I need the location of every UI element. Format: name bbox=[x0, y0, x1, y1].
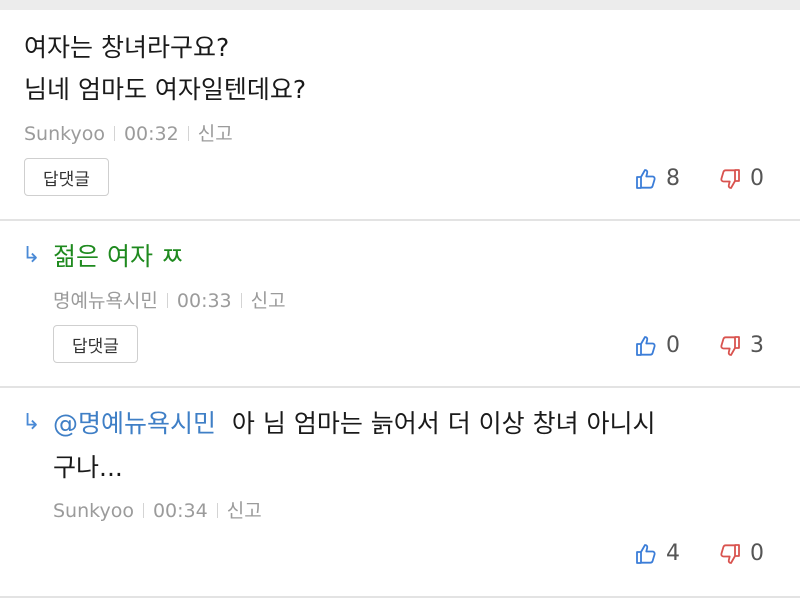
reply-arrow-icon: ↳ bbox=[22, 410, 41, 435]
report-link[interactable]: 신고 bbox=[227, 500, 262, 522]
comment-time: 00:33 bbox=[176, 290, 232, 312]
dislike-button[interactable]: 3 bbox=[718, 333, 764, 359]
mention-link[interactable]: @명예뉴욕시민 bbox=[53, 409, 216, 438]
reply-button[interactable]: 답댓글 bbox=[53, 325, 138, 363]
comment-author[interactable]: 명예뉴욕시민 bbox=[53, 290, 158, 312]
reply-arrow-icon: ↳ bbox=[22, 243, 41, 268]
comment-meta: Sunkyoo 00:32 신고 bbox=[24, 122, 233, 146]
reply-button[interactable]: 답댓글 bbox=[24, 158, 109, 196]
like-button[interactable]: 8 bbox=[634, 166, 680, 192]
thumbs-down-icon bbox=[720, 336, 740, 356]
like-count: 8 bbox=[666, 166, 680, 191]
comment-text-line: 님네 엄마도 여자일텐데요? bbox=[24, 75, 307, 104]
dislike-button[interactable]: 0 bbox=[718, 166, 764, 192]
comment-divider bbox=[0, 219, 800, 221]
comment-author[interactable]: Sunkyoo bbox=[24, 123, 105, 145]
dislike-count: 0 bbox=[750, 166, 764, 191]
thumbs-up-icon bbox=[636, 336, 656, 356]
comment-time: 00:32 bbox=[123, 123, 179, 145]
dislike-count: 3 bbox=[750, 333, 764, 358]
report-link[interactable]: 신고 bbox=[251, 290, 286, 312]
comment-text-line: 여자는 창녀라구요? bbox=[24, 33, 230, 62]
comment-text: 아 님 엄마는 늙어서 더 이상 창녀 아니시 bbox=[231, 409, 656, 438]
meta-separator bbox=[113, 126, 115, 141]
dislike-button[interactable]: 0 bbox=[718, 541, 764, 567]
comment-text-line: @명예뉴욕시민 아 님 엄마는 늙어서 더 이상 창녀 아니시 bbox=[53, 405, 656, 443]
like-count: 4 bbox=[666, 541, 680, 566]
like-button[interactable]: 0 bbox=[634, 333, 680, 359]
comment-text: 젊은 여자 ㅉ bbox=[53, 242, 184, 271]
report-link[interactable]: 신고 bbox=[198, 123, 233, 145]
dislike-count: 0 bbox=[750, 541, 764, 566]
meta-separator bbox=[216, 503, 218, 518]
comment-meta: 명예뉴욕시민 00:33 신고 bbox=[53, 289, 286, 313]
comment-time: 00:34 bbox=[152, 500, 208, 522]
like-count: 0 bbox=[666, 333, 680, 358]
comment-meta: Sunkyoo 00:34 신고 bbox=[53, 499, 262, 523]
comment-author[interactable]: Sunkyoo bbox=[53, 500, 134, 522]
comment-text-line: 구나... bbox=[53, 453, 123, 482]
thumbs-up-icon bbox=[636, 544, 656, 564]
thumbs-down-icon bbox=[720, 544, 740, 564]
meta-separator bbox=[166, 293, 168, 308]
top-divider bbox=[0, 0, 800, 10]
comment-thread: 여자는 창녀라구요? 님네 엄마도 여자일텐데요? Sunkyoo 00:32 신고… bbox=[0, 0, 800, 600]
like-button[interactable]: 4 bbox=[634, 541, 680, 567]
thumbs-down-icon bbox=[720, 169, 740, 189]
thumbs-up-icon bbox=[636, 169, 656, 189]
meta-separator bbox=[187, 126, 189, 141]
comment-divider bbox=[0, 386, 800, 388]
comment-divider bbox=[0, 596, 800, 598]
meta-separator bbox=[142, 503, 144, 518]
meta-separator bbox=[240, 293, 242, 308]
